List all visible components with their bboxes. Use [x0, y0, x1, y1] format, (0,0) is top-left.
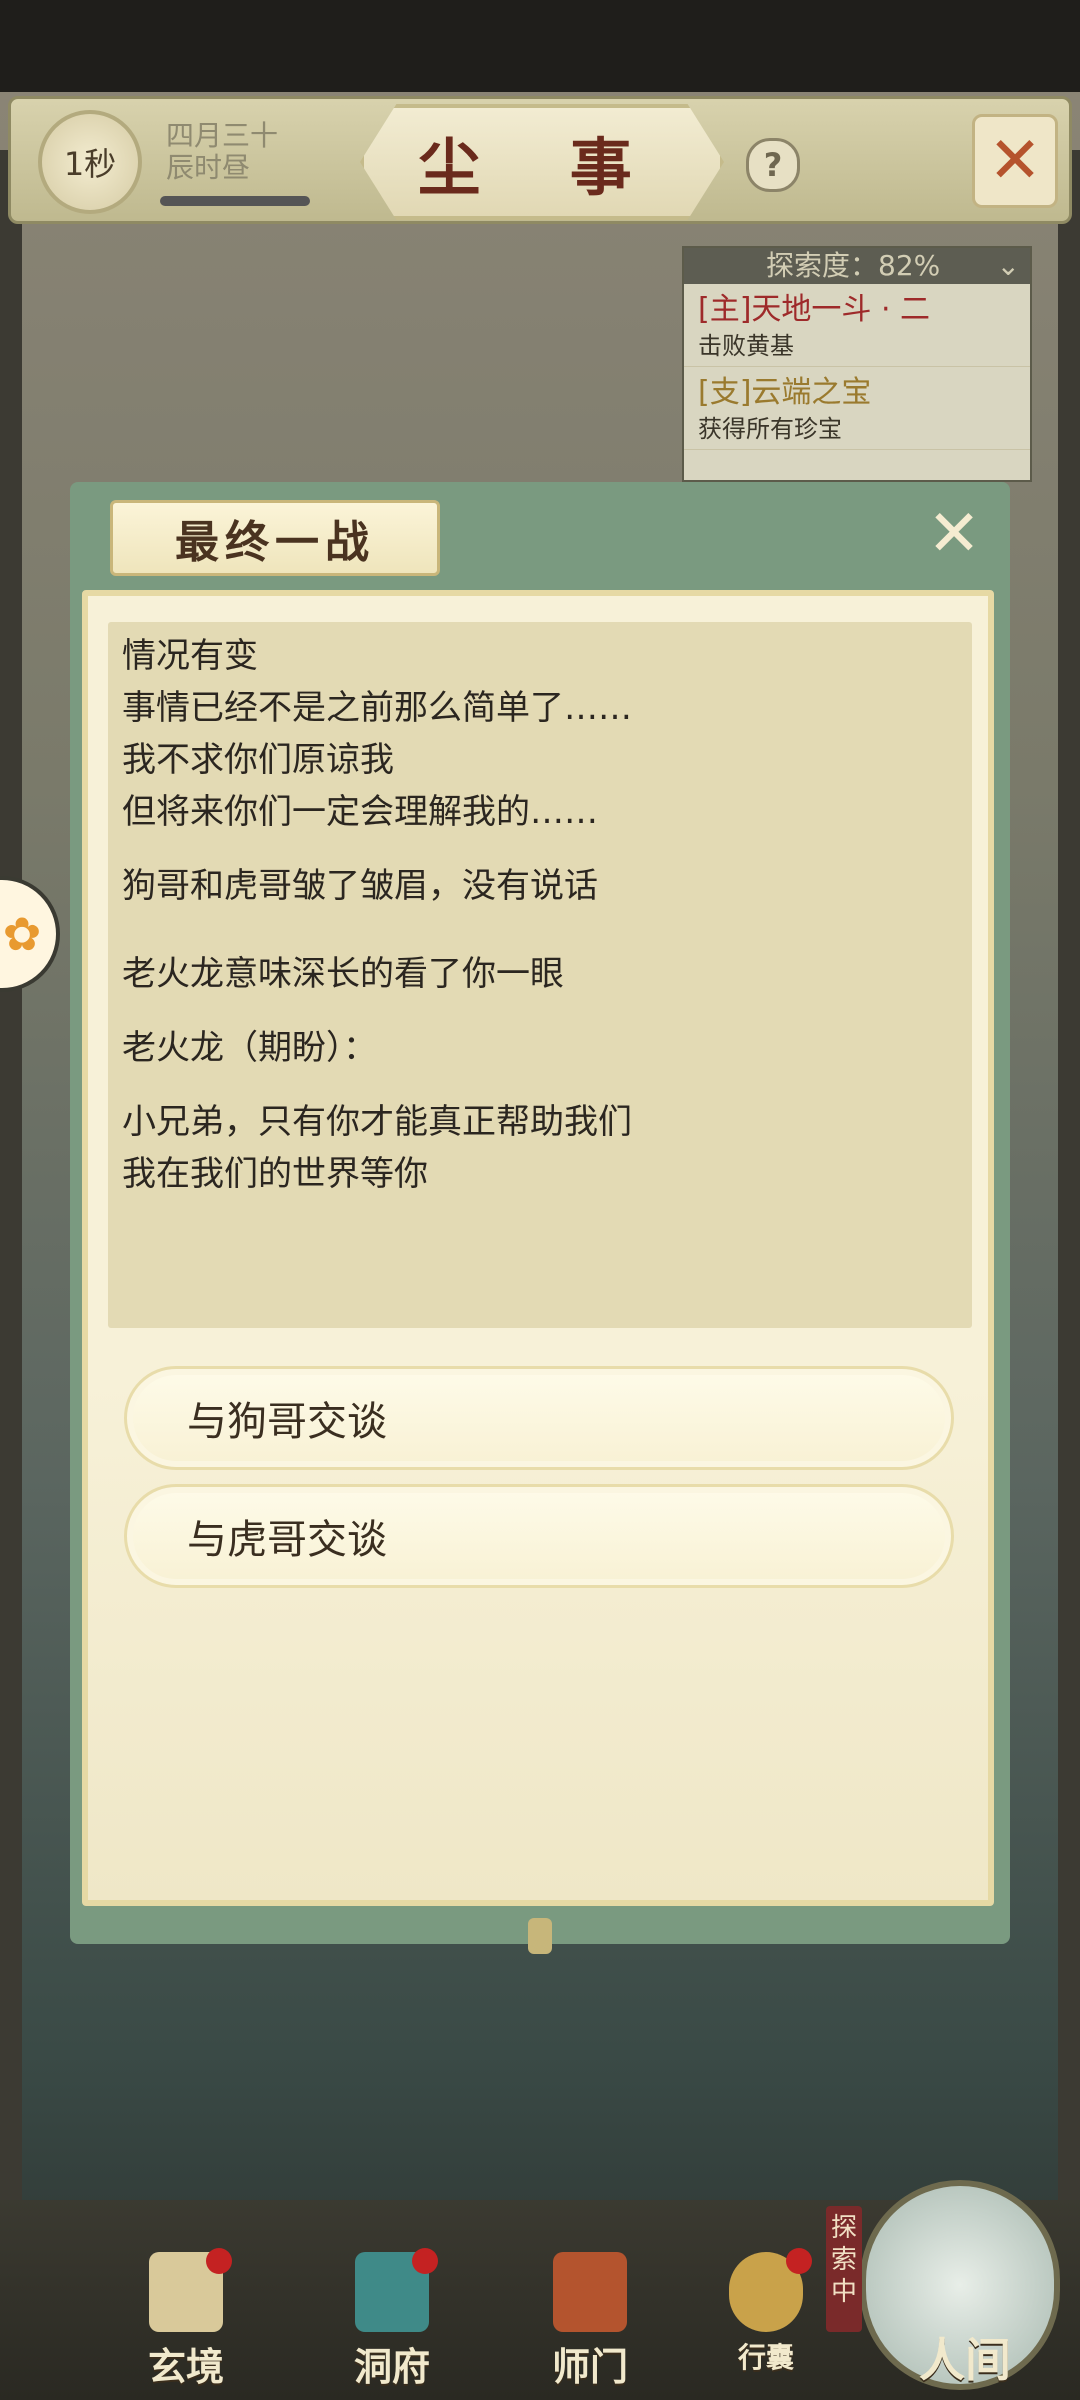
story-line: 老火龙（期盼）：: [122, 1028, 377, 1068]
story-line: 事情已经不是之前那么简单了……: [122, 688, 632, 728]
notification-dot: [412, 2248, 438, 2274]
story-line: 情况有变: [122, 636, 258, 676]
story-line: 我不求你们原谅我: [122, 740, 394, 780]
nav-label: 洞府: [353, 2344, 430, 2389]
exploring-tag: 探索中: [826, 2206, 862, 2332]
quest-desc: 获得所有珍宝: [698, 415, 842, 443]
right-frame-border: [1058, 150, 1080, 2220]
quest-desc: 击败黄基: [698, 332, 794, 360]
date-time: 辰时昼: [166, 151, 251, 184]
left-frame-border: [0, 150, 22, 2220]
story-line: 狗哥和虎哥皱了皱眉，没有说话: [122, 866, 598, 906]
scroll-knob-decoration: [528, 1918, 552, 1954]
game-date: 四月三十 辰时昼: [166, 120, 278, 184]
close-icon[interactable]: ✕: [972, 114, 1058, 208]
choice-talk-tiger-brother[interactable]: 与虎哥交谈: [124, 1484, 954, 1588]
timer-badge: 1秒: [38, 110, 142, 214]
chevron-down-icon[interactable]: ⌄: [997, 248, 1020, 284]
quest-title: [主]天地一斗 · 二: [698, 292, 931, 327]
quest-tracker[interactable]: 探索度：82% ⌄ [主]天地一斗 · 二 击败黄基 [支]云端之宝 获得所有珍…: [682, 246, 1032, 482]
dialog-close-icon[interactable]: ✕: [922, 497, 986, 571]
exploration-progress: 探索度：82%: [766, 249, 941, 282]
nav-label: 玄境: [147, 2344, 224, 2389]
story-text: 情况有变 事情已经不是之前那么简单了…… 我不求你们原谅我 但将来你们一定会理解…: [122, 630, 962, 1200]
story-line: 但将来你们一定会理解我的……: [122, 792, 598, 832]
choice-talk-dog-brother[interactable]: 与狗哥交谈: [124, 1366, 954, 1470]
banner-icon: [553, 2252, 627, 2332]
nav-dongfu[interactable]: 洞府: [322, 2248, 462, 2389]
page-title: 尘 事: [360, 104, 724, 220]
quest-item-side[interactable]: [支]云端之宝 获得所有珍宝: [684, 367, 1030, 450]
date-day: 四月三十: [166, 119, 279, 152]
notification-dot: [206, 2248, 232, 2274]
help-icon[interactable]: ?: [746, 138, 800, 192]
story-line: 小兄弟，只有你才能真正帮助我们: [122, 1102, 632, 1142]
time-progress-bar: [160, 196, 310, 206]
dialog-title: 最终一战: [110, 500, 440, 576]
nav-label: 师门: [551, 2344, 628, 2389]
story-line: 我在我们的世界等你: [122, 1154, 428, 1194]
nav-label: 行囊: [737, 2341, 794, 2374]
nav-xuanjing[interactable]: 玄境: [116, 2248, 256, 2389]
quest-item-main[interactable]: [主]天地一斗 · 二 击败黄基: [684, 284, 1030, 367]
world-label: 人间: [919, 2333, 1011, 2387]
nav-xingnang[interactable]: 行囊: [696, 2248, 836, 2382]
story-line: 老火龙意味深长的看了你一眼: [122, 954, 564, 994]
quest-title: [支]云端之宝: [698, 375, 872, 410]
notification-dot: [786, 2248, 812, 2274]
nav-shimen[interactable]: 师门: [520, 2252, 660, 2389]
top-status-strip: [0, 0, 1080, 92]
quest-tracker-header: 探索度：82% ⌄: [684, 248, 1030, 284]
